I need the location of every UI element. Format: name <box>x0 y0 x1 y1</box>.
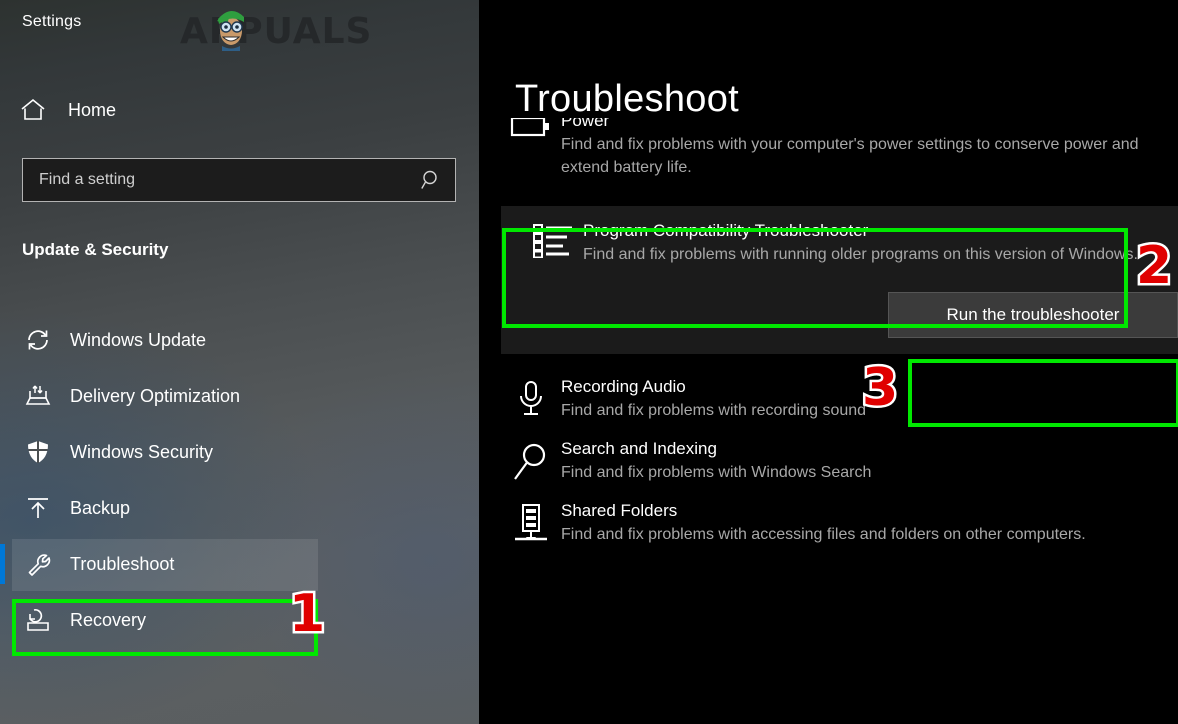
microphone-icon <box>501 376 561 422</box>
recovery-icon <box>24 606 62 634</box>
delivery-upload-icon <box>24 382 62 410</box>
watermark-text: APPUALS <box>180 11 373 52</box>
troubleshooter-desc: Find and fix problems with running older… <box>583 246 1138 263</box>
search-input[interactable] <box>39 171 419 189</box>
shield-icon <box>24 438 62 466</box>
sidebar-item-label: Troubleshoot <box>70 553 175 574</box>
run-troubleshooter-button[interactable]: Run the troubleshooter <box>888 292 1178 338</box>
window-title: Settings <box>22 13 82 30</box>
troubleshooter-desc: Find and fix problems with your computer… <box>561 136 1139 176</box>
wrench-icon <box>24 550 62 578</box>
search-setting-box[interactable] <box>22 158 456 202</box>
battery-icon <box>501 118 561 198</box>
troubleshooter-item-shared-folders[interactable]: Shared Folders Find and fix problems wit… <box>479 492 1178 554</box>
sidebar-item-label: Recovery <box>70 609 147 630</box>
sync-refresh-icon <box>24 326 62 354</box>
troubleshooter-name: Program Compatibility Troubleshooter <box>583 221 869 240</box>
settings-sidebar: Settings APPUALS Home Find a setting Upd… <box>0 0 479 724</box>
appuals-watermark-logo: APPUALS <box>180 5 402 55</box>
sidebar-item-label: Windows Security <box>70 441 214 462</box>
troubleshooter-list: Power Find and fix problems with your co… <box>479 118 1178 554</box>
troubleshooter-desc: Find and fix problems with recording sou… <box>561 402 867 419</box>
troubleshooter-name: Shared Folders <box>561 501 678 520</box>
sidebar-item-delivery-optimization[interactable]: Delivery Optimization <box>0 368 479 424</box>
page-title: Troubleshoot <box>515 78 739 120</box>
selection-indicator <box>0 544 5 584</box>
troubleshooter-name: Search and Indexing <box>561 439 717 458</box>
sidebar-item-label: Delivery Optimization <box>70 385 241 406</box>
settings-window: Settings APPUALS Home Find a setting Upd… <box>0 0 1178 724</box>
troubleshooter-name: Recording Audio <box>561 377 686 396</box>
home-icon <box>20 98 54 122</box>
troubleshooter-item-search-and-indexing[interactable]: Search and Indexing Find and fix problem… <box>479 430 1178 492</box>
troubleshooter-item-power[interactable]: Power Find and fix problems with your co… <box>479 118 1178 206</box>
run-button-row: Run the troubleshooter <box>501 280 1178 354</box>
troubleshooter-name: Power <box>561 118 610 130</box>
upload-arrow-icon <box>24 494 62 522</box>
troubleshooter-item-recording-audio[interactable]: Recording Audio Find and fix problems wi… <box>479 368 1178 430</box>
troubleshooter-item-program-compatibility[interactable]: Program Compatibility Troubleshooter Fin… <box>501 206 1178 280</box>
sidebar-item-backup[interactable]: Backup <box>0 480 479 536</box>
network-server-icon <box>501 500 561 546</box>
sidebar-item-home-label: Home <box>68 99 117 120</box>
troubleshooter-desc: Find and fix problems with Windows Searc… <box>561 464 872 481</box>
sidebar-nav-list: Windows Update Delivery Optimization Win… <box>0 312 479 648</box>
appuals-mascot-icon <box>217 10 244 51</box>
sidebar-item-troubleshoot[interactable]: Troubleshoot <box>0 536 479 592</box>
search-icon[interactable] <box>419 169 445 191</box>
sidebar-item-windows-security[interactable]: Windows Security <box>0 424 479 480</box>
sidebar-item-windows-update[interactable]: Windows Update <box>0 312 479 368</box>
troubleshoot-panel: Troubleshoot Power Find and fix problems… <box>479 0 1178 724</box>
magnifier-icon <box>501 438 561 484</box>
sidebar-section-title: Update & Security <box>22 240 169 259</box>
list-bullets-icon <box>523 220 583 266</box>
sidebar-item-label: Windows Update <box>70 329 207 350</box>
sidebar-item-home[interactable]: Home <box>20 92 320 128</box>
troubleshooter-desc: Find and fix problems with accessing fil… <box>561 526 1086 543</box>
sidebar-item-label: Backup <box>70 497 131 518</box>
sidebar-item-recovery[interactable]: Recovery <box>0 592 479 648</box>
